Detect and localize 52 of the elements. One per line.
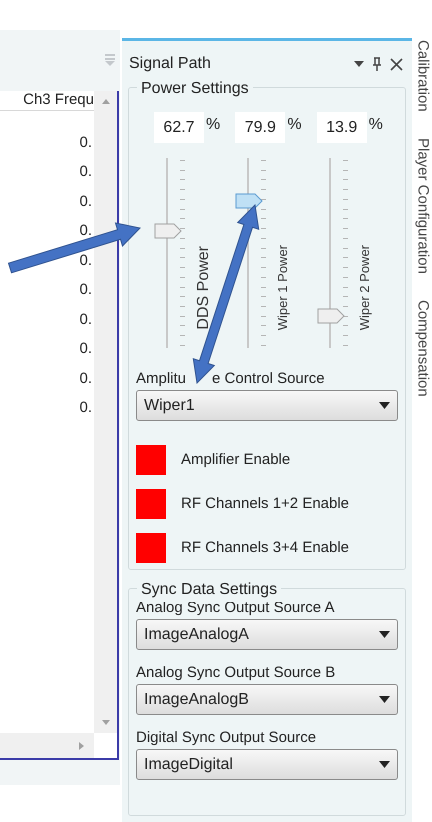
- table-cell-text: 0.: [79, 192, 92, 212]
- table-cell-text: 0.: [79, 339, 92, 359]
- slider-track[interactable]: [316, 158, 343, 348]
- slider-thumb[interactable]: [235, 192, 264, 209]
- field-label: Analog Sync Output Source B: [136, 664, 336, 682]
- value-field[interactable]: 79.9: [235, 112, 286, 143]
- enable-label: RF Channels 1+2 Enable: [181, 494, 350, 514]
- enable-label: RF Channels 3+4 Enable: [181, 538, 350, 558]
- dropdown-caret-icon: [379, 631, 390, 638]
- table-cell-text: 0.: [79, 221, 92, 241]
- table-cell-text: 0.: [79, 162, 92, 182]
- table-cell-text: 0.: [79, 368, 92, 388]
- panel-title: Signal Path: [129, 54, 211, 74]
- dropdown-caret-icon: [379, 761, 390, 768]
- slider-label: Wiper 2 Power: [356, 244, 373, 330]
- dropdown[interactable]: ImageDigital: [136, 749, 398, 780]
- scroll-right-icon[interactable]: [79, 742, 84, 750]
- unit-label: %: [287, 115, 302, 135]
- dropdown[interactable]: ImageAnalogB: [136, 684, 398, 715]
- side-tab[interactable]: Compensation: [410, 300, 432, 396]
- vertical-scrollbar[interactable]: [94, 91, 117, 733]
- dropdown-caret-icon: [379, 402, 390, 409]
- dropdown-icon[interactable]: [354, 61, 364, 67]
- field-label: Analog Sync Output Source A: [136, 599, 336, 617]
- slider-thumb[interactable]: [154, 222, 182, 239]
- table-cell-text: 0.: [79, 250, 92, 270]
- slider-label: Wiper 1 Power: [274, 244, 292, 330]
- field-label: Amplitu: [136, 370, 186, 388]
- table-cell-text: 0.: [79, 310, 92, 330]
- unit-label: %: [368, 115, 383, 135]
- scroll-down-icon[interactable]: [102, 720, 110, 725]
- value-field[interactable]: 62.7: [154, 112, 204, 143]
- slider-track[interactable]: [154, 158, 180, 348]
- dropdown[interactable]: ImageAnalogA: [136, 619, 398, 650]
- horizontal-scrollbar[interactable]: [0, 733, 94, 758]
- dropdown-caret-icon: [379, 696, 390, 703]
- field-label: e Control Source: [212, 370, 325, 388]
- side-tab[interactable]: Calibration: [410, 40, 432, 112]
- close-icon[interactable]: [390, 58, 403, 70]
- side-tab[interactable]: Player Configuration: [410, 138, 432, 274]
- scroll-up-icon[interactable]: [102, 99, 110, 104]
- slider-thumb[interactable]: [316, 308, 345, 324]
- unit-label: %: [206, 115, 220, 135]
- pin-icon[interactable]: [372, 57, 382, 71]
- field-label: Digital Sync Output Source: [136, 729, 318, 747]
- table-cell-text: 0.: [79, 132, 92, 152]
- table-cell-text: 0.: [79, 280, 92, 300]
- dropdown[interactable]: Wiper1: [136, 390, 398, 421]
- slider-label: DDS Power: [194, 246, 213, 330]
- table-cell-text: 0.: [79, 398, 92, 418]
- value-field[interactable]: 13.9: [316, 112, 367, 143]
- enable-label: Amplifier Enable: [181, 450, 290, 470]
